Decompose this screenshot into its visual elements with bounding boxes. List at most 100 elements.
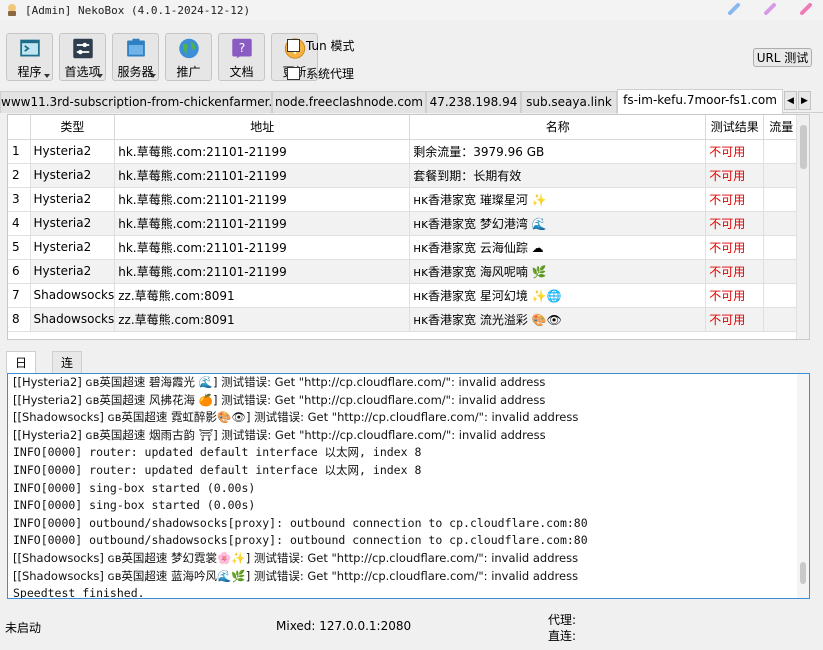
tab-group-0[interactable]: www11.3rd-subscription-from-chickenfarme…: [0, 91, 272, 113]
cell-address: hk.草莓熊.com:21101-21199: [114, 259, 411, 284]
help-icon: ?: [231, 38, 252, 59]
cell-address: hk.草莓熊.com:21101-21199: [114, 211, 411, 236]
tab-log[interactable]: 日志: [6, 351, 37, 392]
docs-button[interactable]: ? 文档: [218, 33, 265, 81]
table-row[interactable]: 2 Hysteria2 hk.草莓熊.com:21101-21199 套餐到期：…: [8, 163, 800, 188]
cell-name: 套餐到期：长期有效: [409, 163, 707, 188]
row-number: 3: [8, 187, 31, 212]
table-row[interactable]: 3 Hysteria2 hk.草莓熊.com:21101-21199 ʜᴋ香港家…: [8, 187, 800, 212]
tun-mode-checkbox[interactable]: Tun 模式: [287, 36, 355, 54]
log-line: [[Shadowsocks] ɢʙ英国超速 霓虹醉影🎨👁] 测试错误: Get …: [13, 410, 579, 425]
row-number: 4: [8, 211, 31, 236]
log-line: INFO[0000] router: updated default inter…: [13, 445, 422, 460]
log-line: INFO[0000] router: updated default inter…: [13, 462, 422, 477]
close-icon[interactable]: [799, 3, 813, 15]
column-header-test-result[interactable]: 测试结果: [705, 115, 765, 140]
cell-type: Hysteria2: [30, 211, 116, 236]
row-number-header: [8, 115, 31, 140]
log-line: INFO[0000] sing-box started (0.00s): [13, 480, 256, 495]
program-menu-label: 程序: [17, 65, 42, 79]
cell-address: hk.草莓熊.com:21101-21199: [114, 187, 411, 212]
status-proxy-label: 代理:: [548, 613, 577, 627]
cell-name: ʜᴋ香港家宽 璀璨星河 ✨: [409, 187, 707, 212]
tab-scroll-right-icon[interactable]: ▶: [798, 91, 811, 110]
table-row[interactable]: 8 Shadowsocks zz.草莓熊.com:8091 ʜᴋ香港家宽 流光溢…: [8, 307, 800, 332]
log-line: INFO[0000] outbound/shadowsocks[proxy]: …: [13, 515, 588, 530]
cell-traffic: [763, 163, 800, 188]
cell-test-result: 不可用: [705, 259, 765, 284]
cell-traffic: [763, 187, 800, 212]
cell-type: Shadowsocks: [30, 283, 116, 308]
log-line: [[Shadowsocks] ɢʙ英国超速 梦幻霓裳🌸✨] 测试错误: Get …: [13, 550, 579, 565]
maximize-icon[interactable]: [763, 3, 777, 15]
cell-traffic: [763, 235, 800, 260]
preferences-menu-button[interactable]: 首选项: [59, 33, 106, 81]
cell-type: Shadowsocks: [30, 307, 116, 332]
table-scrollbar-thumb[interactable]: [800, 125, 807, 169]
tab-scroll-left-icon[interactable]: ◀: [784, 91, 797, 110]
svg-text:?: ?: [238, 41, 245, 55]
table-row[interactable]: 7 Shadowsocks zz.草莓熊.com:8091 ʜᴋ香港家宽 星河幻…: [8, 283, 800, 308]
log-panel[interactable]: [[Hysteria2] ɢʙ英国超速 碧海霞光 🌊] 测试错误: Get "h…: [7, 373, 810, 599]
log-line: [[Shadowsocks] ɢʙ英国超速 蓝海吟风🌊🌿] 测试错误: Get …: [13, 568, 579, 583]
docs-label: 文档: [229, 65, 254, 79]
row-number: 7: [8, 283, 31, 308]
system-proxy-checkbox-box[interactable]: [287, 66, 300, 80]
system-proxy-label: 系统代理: [306, 66, 355, 81]
minimize-icon[interactable]: [727, 3, 741, 15]
promote-label: 推广: [176, 65, 201, 79]
cell-type: Hysteria2: [30, 163, 116, 188]
log-line: [[Hysteria2] ɢʙ英国超速 风拂花海 🍊] 测试错误: Get "h…: [13, 392, 546, 407]
tab-group-4[interactable]: fs-im-kefu.7moor-fs1.com: [617, 89, 783, 114]
program-menu-button[interactable]: 程序: [6, 33, 53, 81]
column-header-type[interactable]: 类型: [30, 115, 116, 140]
promote-button[interactable]: 推广: [165, 33, 212, 81]
column-header-name[interactable]: 名称: [409, 115, 707, 140]
preferences-menu-label: 首选项: [64, 65, 101, 79]
tab-connections[interactable]: 连接: [52, 351, 83, 392]
tab-group-2[interactable]: 47.238.198.94: [426, 91, 521, 113]
tab-group-3[interactable]: sub.seaya.link: [521, 91, 617, 113]
row-number: 1: [8, 139, 31, 164]
cell-address: hk.草莓熊.com:21101-21199: [114, 163, 411, 188]
terminal-icon: [19, 39, 40, 57]
log-line: Speedtest finished.: [13, 586, 145, 599]
column-header-traffic[interactable]: 流量: [763, 115, 800, 140]
column-header-address[interactable]: 地址: [114, 115, 411, 140]
status-running-state: 未启动: [5, 621, 42, 635]
table-scrollbar[interactable]: [796, 115, 809, 339]
log-scrollbar-thumb[interactable]: [800, 562, 806, 584]
status-direct-label: 直连:: [548, 629, 577, 643]
url-test-button[interactable]: URL 测试: [753, 48, 812, 67]
table-row[interactable]: 1 Hysteria2 hk.草莓熊.com:21101-21199 剩余流量：…: [8, 139, 800, 164]
row-number: 6: [8, 259, 31, 284]
status-mixed-address: Mixed: 127.0.0.1:2080: [276, 619, 412, 633]
server-icon: [126, 38, 145, 57]
cell-address: hk.草莓熊.com:21101-21199: [114, 139, 411, 164]
log-scrollbar[interactable]: [797, 374, 809, 598]
cell-address: zz.草莓熊.com:8091: [114, 283, 411, 308]
cell-test-result: 不可用: [705, 307, 765, 332]
table-row[interactable]: 5 Hysteria2 hk.草莓熊.com:21101-21199 ʜᴋ香港家…: [8, 235, 800, 260]
cell-test-result: 不可用: [705, 211, 765, 236]
cell-name: ʜᴋ香港家宽 云海仙踪 ☁: [409, 235, 707, 260]
log-line: INFO[0000] outbound/shadowsocks[proxy]: …: [13, 533, 588, 548]
window-title: [Admin] NekoBox (4.0.1-2024-12-12): [25, 3, 251, 17]
server-menu-button[interactable]: 服务器: [112, 33, 159, 81]
system-proxy-checkbox[interactable]: 系统代理: [287, 64, 355, 82]
table-row[interactable]: 6 Hysteria2 hk.草莓熊.com:21101-21199 ʜᴋ香港家…: [8, 259, 800, 284]
table-row[interactable]: 4 Hysteria2 hk.草莓熊.com:21101-21199 ʜᴋ香港家…: [8, 211, 800, 236]
nekobox-app-icon: [8, 4, 16, 16]
tun-mode-checkbox-box[interactable]: [287, 38, 300, 52]
row-number: 2: [8, 163, 31, 188]
tab-group-1[interactable]: node.freeclashnode.com: [272, 91, 426, 113]
cell-name: 剩余流量：3979.96 GB: [409, 139, 707, 164]
table-header: 类型 地址 名称 测试结果 流量: [8, 115, 800, 140]
row-number: 8: [8, 307, 31, 332]
log-line: [[Hysteria2] ɢʙ英国超速 烟雨古韵 ⛩] 测试错误: Get "h…: [13, 427, 546, 442]
cell-test-result: 不可用: [705, 163, 765, 188]
cell-test-result: 不可用: [705, 283, 765, 308]
tun-mode-label: Tun 模式: [306, 38, 355, 53]
row-number: 5: [8, 235, 31, 260]
log-line: [[Hysteria2] ɢʙ英国超速 碧海霞光 🌊] 测试错误: Get "h…: [13, 375, 546, 389]
